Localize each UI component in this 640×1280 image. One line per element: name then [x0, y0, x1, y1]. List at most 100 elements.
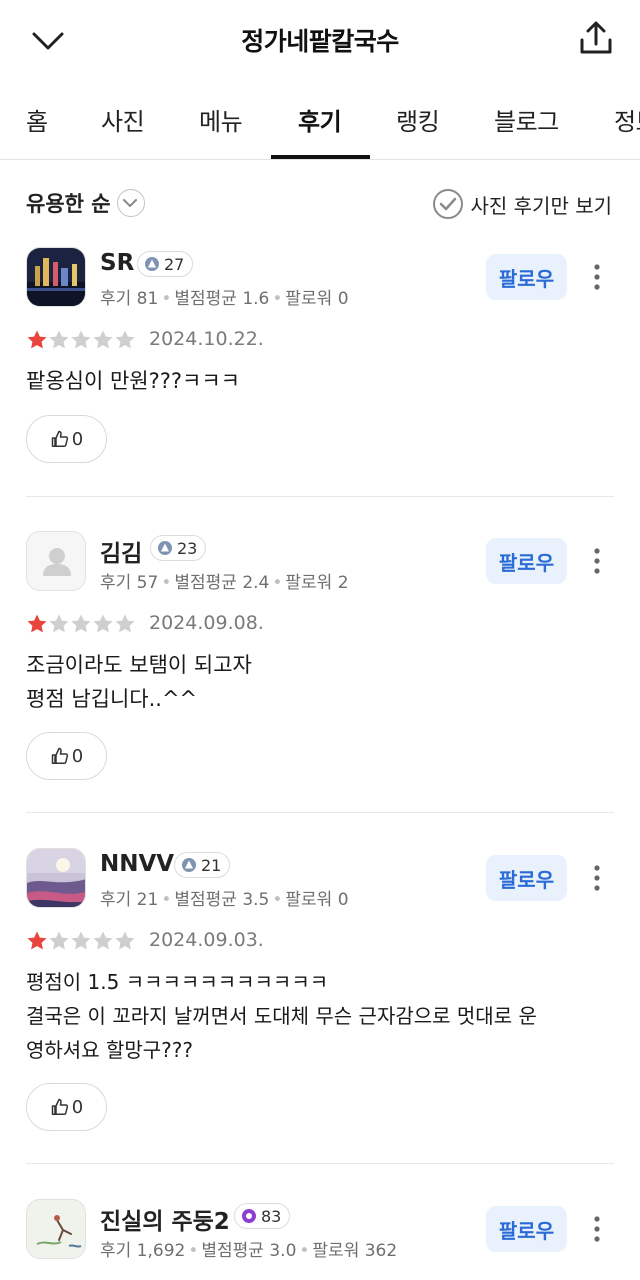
like-count: 0: [71, 428, 84, 450]
tab-blog[interactable]: 블로그: [494, 102, 559, 137]
review-item: SR 27 후기 81 • 별점평균 1.6 • 팔로워 0 팔로우 2024.10.2…: [0, 240, 640, 498]
reviewer-stats: 후기 1,692 • 별점평균 3.0 • 팔로워 362: [100, 1236, 397, 1261]
star-empty-icon: [93, 931, 113, 950]
level-badge: 27: [137, 251, 194, 277]
star-empty-icon: [71, 330, 91, 349]
avatar[interactable]: [26, 531, 86, 591]
review-text: 조금이라도 보탬이 되고자 평점 남깁니다..^^: [26, 653, 252, 711]
star-filled-icon: [27, 330, 47, 349]
follow-button[interactable]: 팔로우: [486, 1206, 567, 1252]
star-filled-icon: [27, 931, 47, 950]
review-date: 2024.09.08.: [149, 612, 264, 634]
star-rating: [26, 613, 136, 635]
more-options-icon[interactable]: [584, 1209, 610, 1249]
follower-count: 팔로워 2: [285, 573, 349, 593]
star-empty-icon: [71, 931, 91, 950]
follow-button[interactable]: 팔로우: [486, 538, 567, 584]
level-badge: 83: [234, 1203, 291, 1229]
separator-dot: •: [272, 289, 283, 309]
thumbs-up-icon: [51, 747, 68, 765]
sort-bar: 유용한 순 사진 후기만 보기: [0, 160, 640, 240]
thumbs-up-icon: [51, 430, 68, 448]
review-item: NNVV 21 후기 21 • 별점평균 3.5 • 팔로워 0 팔로우 2024.09…: [0, 841, 640, 1163]
level-badge: 21: [174, 852, 231, 878]
reviewer-name[interactable]: SR: [100, 250, 134, 276]
avatar[interactable]: [26, 247, 86, 307]
review-date: 2024.10.22.: [149, 328, 264, 350]
level-icon: [242, 1209, 256, 1223]
separator-dot: •: [188, 1241, 199, 1261]
reviewer-stats: 후기 57 • 별점평균 2.4 • 팔로워 2: [100, 568, 349, 593]
star-empty-icon: [115, 330, 135, 349]
star-rating: [26, 930, 136, 952]
reviewer-stats: 후기 81 • 별점평균 1.6 • 팔로워 0: [100, 284, 349, 309]
level-value: 23: [177, 538, 198, 558]
like-count: 0: [71, 745, 84, 767]
reviewer-name[interactable]: 진실의 주둥2: [100, 1202, 230, 1236]
thumbs-up-icon: [51, 1098, 68, 1116]
star-empty-icon: [49, 330, 69, 349]
level-icon: [158, 541, 172, 555]
rating-average: 별점평균 3.5: [174, 890, 270, 910]
default-person-icon: [27, 532, 85, 590]
follow-button[interactable]: 팔로우: [486, 855, 567, 901]
review-divider: [26, 812, 614, 813]
top-bar: 정가네팥칼국수: [0, 0, 640, 80]
review-count: 후기 21: [100, 890, 159, 910]
avatar[interactable]: [26, 1199, 86, 1259]
review-divider: [26, 1163, 614, 1164]
level-value: 83: [261, 1206, 282, 1226]
like-button[interactable]: 0: [26, 415, 107, 463]
rating-average: 별점평균 1.6: [174, 289, 270, 309]
reviewer-name[interactable]: 김김: [100, 534, 142, 568]
star-filled-icon: [27, 614, 47, 633]
review-item: 김김 23 후기 57 • 별점평균 2.4 • 팔로워 2 팔로우 2024.09.0…: [0, 524, 640, 812]
review-count: 후기 81: [100, 289, 159, 309]
tab-photos[interactable]: 사진: [101, 102, 145, 137]
photo-only-toggle[interactable]: 사진 후기만 보기: [432, 188, 612, 220]
tab-menu[interactable]: 메뉴: [199, 102, 243, 137]
level-badge: 23: [150, 535, 207, 561]
review-item: 진실의 주둥2 83 후기 1,692 • 별점평균 3.0 • 팔로워 362 팔로우: [0, 1192, 640, 1280]
review-count: 후기 57: [100, 573, 159, 593]
star-empty-icon: [115, 931, 135, 950]
tab-info[interactable]: 정보: [614, 102, 640, 137]
sort-dropdown[interactable]: 유용한 순: [26, 188, 145, 218]
like-button[interactable]: 0: [26, 1083, 107, 1131]
follower-count: 팔로워 362: [312, 1241, 398, 1261]
tab-reviews[interactable]: 후기: [298, 102, 342, 137]
review-divider: [26, 496, 614, 497]
star-empty-icon: [49, 614, 69, 633]
avatar[interactable]: [26, 848, 86, 908]
check-circle-icon: [433, 189, 464, 219]
follow-button[interactable]: 팔로우: [486, 254, 567, 300]
review-text: 평점이 1.5 ㅋㅋㅋㅋㅋㅋㅋㅋㅋㅋㅋ 결국은 이 꼬라지 날꺼면서 도대체 무…: [26, 970, 537, 1062]
review-count: 후기 1,692: [100, 1241, 186, 1261]
like-button[interactable]: 0: [26, 732, 107, 780]
level-icon: [145, 257, 159, 271]
page-title: 정가네팥칼국수: [241, 27, 399, 56]
separator-dot: •: [299, 1241, 310, 1261]
separator-dot: •: [161, 573, 172, 593]
tab-home[interactable]: 홈: [26, 102, 48, 137]
tab-ranking[interactable]: 랭킹: [396, 102, 440, 137]
tab-bar: 홈 사진 메뉴 후기 랭킹 블로그 정보: [0, 80, 640, 160]
star-empty-icon: [93, 330, 113, 349]
follower-count: 팔로워 0: [285, 289, 349, 309]
separator-dot: •: [272, 573, 283, 593]
level-value: 21: [201, 855, 222, 875]
follower-count: 팔로워 0: [285, 890, 349, 910]
star-empty-icon: [71, 614, 91, 633]
star-empty-icon: [115, 614, 135, 633]
level-icon: [182, 858, 196, 872]
like-count: 0: [71, 1096, 84, 1118]
separator-dot: •: [272, 890, 283, 910]
more-options-icon[interactable]: [584, 541, 610, 581]
more-options-icon[interactable]: [584, 858, 610, 898]
share-icon[interactable]: [574, 16, 618, 60]
more-options-icon[interactable]: [584, 257, 610, 297]
separator-dot: •: [161, 890, 172, 910]
reviewer-name[interactable]: NNVV: [100, 851, 174, 877]
photo-only-label: 사진 후기만 보기: [470, 193, 612, 218]
star-rating: [26, 329, 136, 351]
